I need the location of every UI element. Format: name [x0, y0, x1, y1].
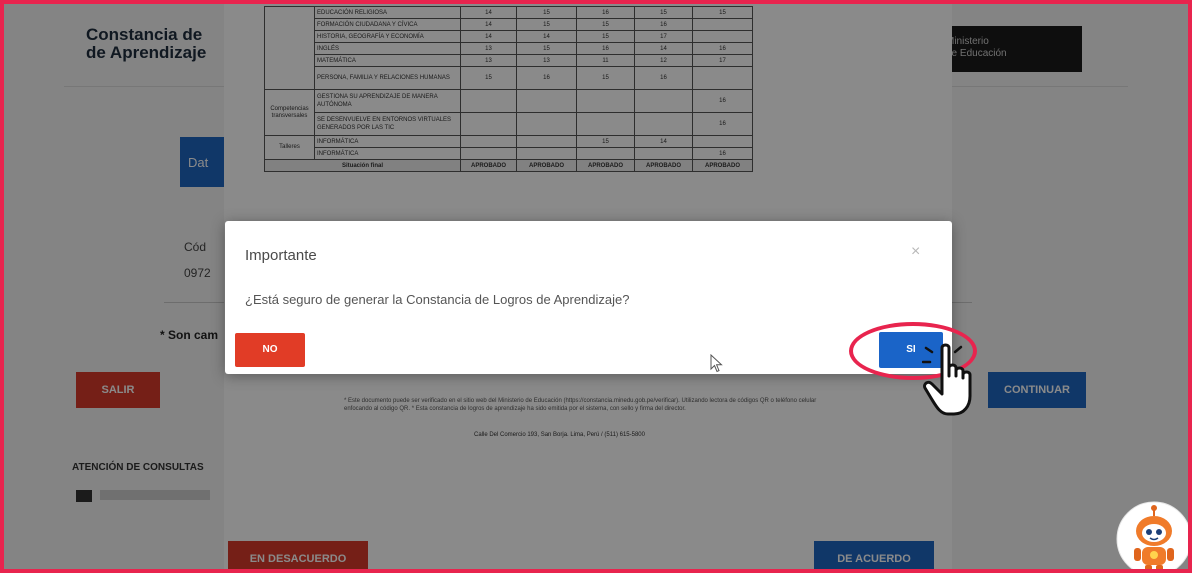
screenshot-frame: Constancia de de Aprendizaje Ministerio …: [0, 0, 1192, 573]
confirm-dialog: Importante × ¿Está seguro de generar la …: [225, 221, 952, 374]
mascot-robot-icon: [1116, 501, 1188, 569]
no-button[interactable]: NO: [235, 333, 305, 367]
dialog-title: Importante: [245, 247, 317, 264]
mouse-pointer-icon: [710, 354, 723, 373]
close-icon[interactable]: ×: [911, 243, 920, 261]
pointing-hand-icon: [922, 343, 972, 416]
dialog-message: ¿Está seguro de generar la Constancia de…: [245, 292, 630, 307]
